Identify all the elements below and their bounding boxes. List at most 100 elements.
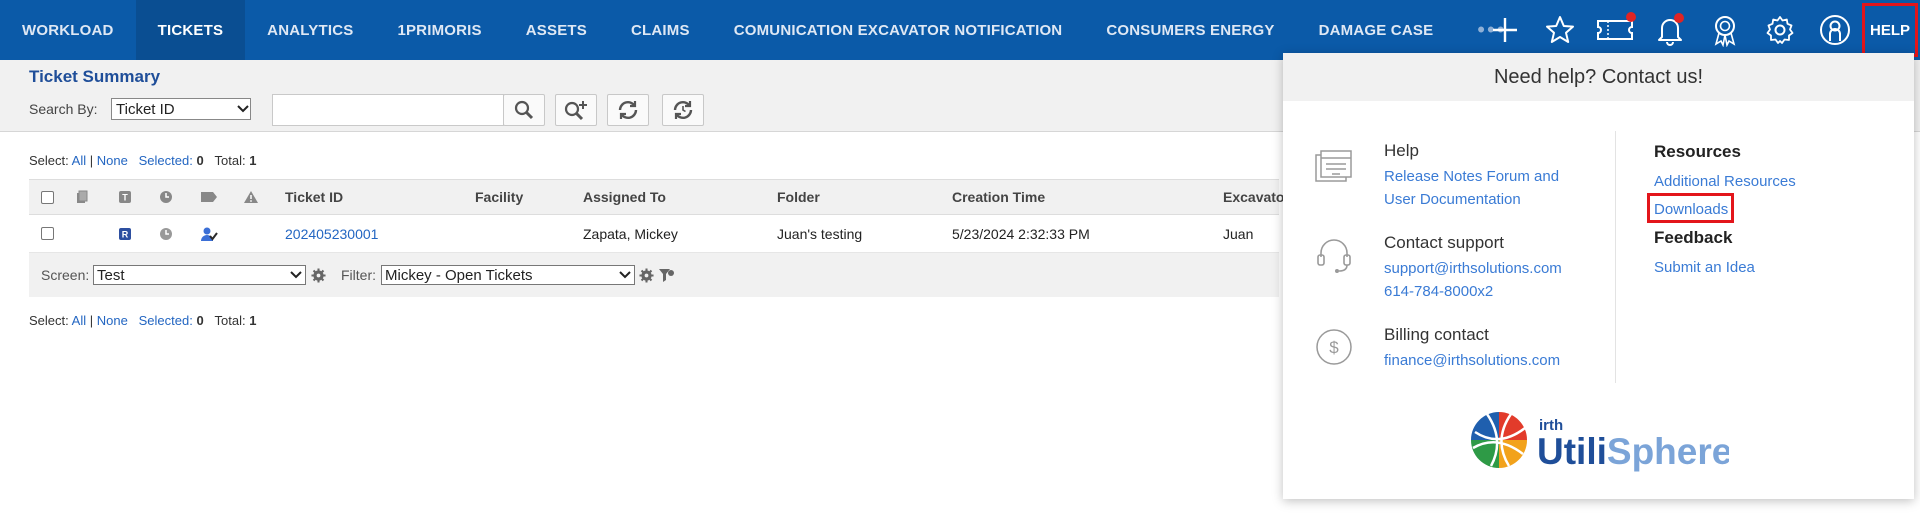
help-button[interactable]: HELP	[1862, 3, 1918, 57]
bell-icon[interactable]	[1642, 0, 1697, 60]
support-email-link[interactable]: support@irthsolutions.com	[1384, 257, 1562, 280]
tab-1primoris[interactable]: 1PRIMORIS	[375, 0, 503, 60]
dollar-icon: $	[1315, 328, 1353, 371]
release-notes-link-line1: Release Notes Forum and	[1384, 168, 1560, 185]
search-by-value: Ticket ID	[116, 100, 175, 118]
select-all-link[interactable]: All	[72, 153, 86, 168]
screen-select[interactable]: Test	[93, 265, 306, 285]
nav-icon-bar: HELP	[1477, 0, 1920, 60]
tab-workload[interactable]: WORKLOAD	[0, 0, 136, 60]
ticket-id-link[interactable]: 202405230001	[285, 215, 378, 252]
assigned-user-icon	[200, 215, 218, 252]
user-icon[interactable]	[1807, 0, 1862, 60]
svg-text:$: $	[1329, 338, 1339, 357]
submit-idea-link[interactable]: Submit an Idea	[1654, 256, 1755, 279]
plus-icon[interactable]	[1477, 0, 1532, 60]
row-checkbox[interactable]	[41, 227, 54, 240]
type-column-icon: T	[118, 180, 132, 214]
auto-refresh-icon	[673, 101, 693, 119]
release-notes-link-line2: User Documentation	[1384, 191, 1521, 208]
utilisphere-logo: irth UtiliSphere	[1469, 408, 1732, 478]
top-navigation: WORKLOAD TICKETS ANALYTICS 1PRIMORIS ASS…	[0, 0, 1920, 60]
column-creation-time[interactable]: Creation Time	[952, 180, 1045, 214]
column-ticket-id[interactable]: Ticket ID	[285, 180, 343, 214]
support-phone-link[interactable]: 614-784-8000x2	[1384, 280, 1493, 303]
help-dropdown-panel: Need help? Contact us! Help Release Note…	[1283, 53, 1914, 499]
selection-summary-bottom: Select: All | None Selected: 0 Total: 1	[29, 313, 257, 328]
select-none-link[interactable]: None	[97, 313, 128, 328]
assigned-to-cell: Zapata, Mickey	[583, 225, 678, 242]
refresh-button[interactable]	[607, 94, 649, 126]
filter-select[interactable]: Mickey - Open Tickets	[381, 265, 635, 285]
excavator-cell: Juan	[1223, 225, 1254, 242]
svg-text:T: T	[122, 193, 128, 203]
tab-consumers-energy[interactable]: CONSUMERS ENERGY	[1084, 0, 1296, 60]
clock-column-icon	[159, 180, 173, 214]
gear-icon[interactable]	[1752, 0, 1807, 60]
tab-assets[interactable]: ASSETS	[504, 0, 609, 60]
column-assigned-to[interactable]: Assigned To	[583, 180, 666, 214]
filter-label: Filter:	[341, 267, 376, 283]
table-row[interactable]: R 202405230001 Zapata, Mickey Juan's tes…	[29, 215, 1279, 253]
chevron-down-icon	[619, 271, 631, 279]
selected-count: 0	[196, 153, 204, 168]
headset-icon	[1315, 237, 1353, 280]
tab-analytics[interactable]: ANALYTICS	[245, 0, 375, 60]
select-label: Select:	[29, 313, 69, 328]
screen-value: Test	[97, 266, 125, 284]
grid-header: T Ticket ID Facility Assigned To Folder …	[29, 179, 1284, 215]
filter-edit-icon[interactable]	[658, 253, 675, 297]
column-folder[interactable]: Folder	[777, 180, 820, 214]
filter-settings-gear-icon[interactable]	[639, 253, 654, 297]
chevron-down-icon	[290, 271, 302, 279]
ticket-icon[interactable]	[1587, 0, 1642, 60]
chevron-down-icon	[237, 105, 249, 113]
billing-email-link[interactable]: finance@irthsolutions.com	[1384, 349, 1560, 372]
search-icon	[514, 100, 534, 120]
tab-comunication-excavator-notification[interactable]: COMUNICATION EXCAVATOR NOTIFICATION	[712, 0, 1085, 60]
contact-support-heading: Contact support	[1384, 233, 1505, 252]
award-icon[interactable]	[1697, 0, 1752, 60]
search-by-label: Search By:	[29, 101, 98, 117]
search-by-select[interactable]: Ticket ID	[111, 98, 251, 120]
svg-text:R: R	[122, 229, 129, 239]
selected-label: Selected:	[138, 313, 193, 328]
ticket-notification-dot	[1626, 12, 1636, 22]
total-count: 1	[249, 313, 257, 328]
tab-damage-case[interactable]: DAMAGE CASE	[1297, 0, 1456, 60]
select-none-link[interactable]: None	[97, 153, 128, 168]
search-plus-icon	[564, 101, 587, 121]
total-count: 1	[249, 153, 257, 168]
column-excavator[interactable]: Excavato	[1223, 180, 1284, 214]
tab-tickets[interactable]: TICKETS	[135, 0, 246, 60]
column-facility[interactable]: Facility	[475, 180, 523, 214]
downloads-link[interactable]: Downloads	[1654, 198, 1728, 221]
screen-label: Screen:	[41, 267, 90, 283]
document-icon	[1314, 149, 1354, 190]
search-button[interactable]	[503, 94, 545, 126]
refresh-icon	[618, 101, 638, 119]
ticket-grid: T Ticket ID Facility Assigned To Folder …	[29, 179, 1284, 297]
logo-utilisphere-text: UtiliSphere	[1537, 431, 1729, 472]
billing-contact-heading: Billing contact	[1384, 325, 1489, 344]
help-panel-divider	[1615, 131, 1616, 383]
screen-settings-gear-icon[interactable]	[311, 253, 326, 297]
auto-refresh-button[interactable]	[662, 94, 704, 126]
feedback-heading: Feedback	[1654, 228, 1733, 247]
additional-resources-link[interactable]: Additional Resources	[1654, 170, 1796, 193]
folder-cell: Juan's testing	[777, 225, 863, 242]
resources-heading: Resources	[1654, 142, 1741, 161]
search-input[interactable]	[272, 94, 504, 126]
advanced-search-button[interactable]	[555, 94, 597, 126]
select-all-link[interactable]: All	[72, 313, 86, 328]
select-all-checkbox[interactable]	[41, 190, 54, 204]
tag-column-icon	[200, 180, 218, 214]
attachment-column-icon	[75, 180, 89, 214]
tab-claims[interactable]: CLAIMS	[609, 0, 712, 60]
bell-notification-dot	[1674, 13, 1684, 23]
page-title: Ticket Summary	[29, 67, 161, 86]
selected-count: 0	[196, 313, 204, 328]
star-icon[interactable]	[1532, 0, 1587, 60]
release-notes-link[interactable]: Release Notes Forum and User Documentati…	[1384, 165, 1559, 211]
creation-time-cell: 5/23/2024 2:32:33 PM	[952, 225, 1090, 242]
